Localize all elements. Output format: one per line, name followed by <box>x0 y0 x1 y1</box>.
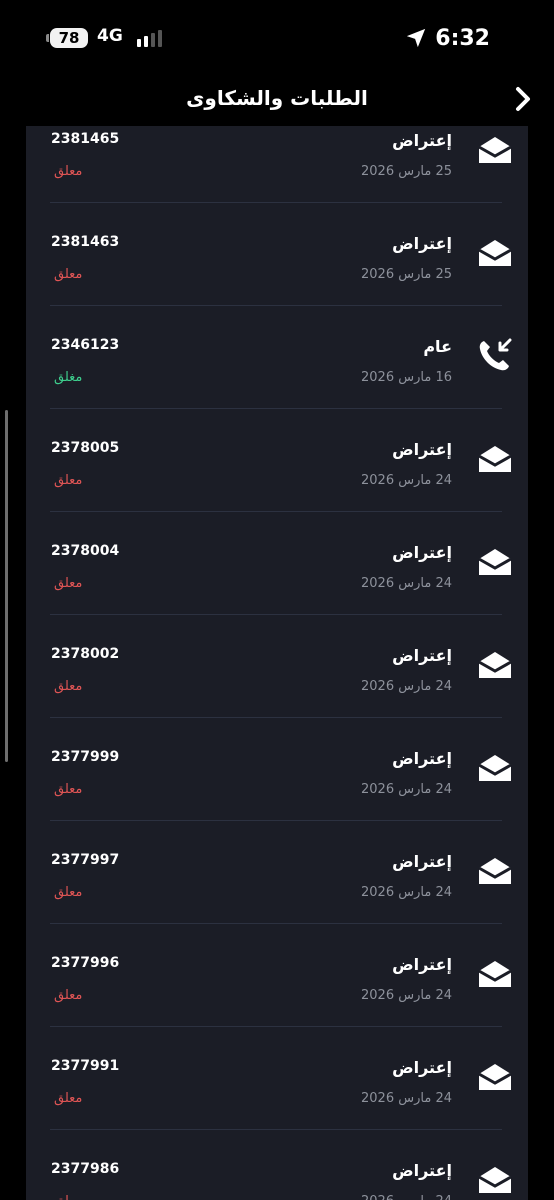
envelope-open-icon <box>478 549 512 575</box>
request-type: إعتراض <box>392 1161 452 1180</box>
request-number: 2381463 <box>51 234 120 250</box>
envelope-open-icon <box>478 1167 512 1193</box>
request-status: معلق <box>54 988 83 1003</box>
request-date: 25 مارس 2026 <box>361 164 452 179</box>
request-date: 24 مارس 2026 <box>361 885 452 900</box>
back-chevron-icon[interactable] <box>512 84 534 114</box>
request-status: معلق <box>54 1194 82 1200</box>
envelope-open-icon <box>478 137 512 163</box>
request-type: إعتراض <box>392 646 452 665</box>
request-number: 2377999 <box>51 749 120 765</box>
request-date: 24 مارس 2026 <box>361 1194 452 1200</box>
envelope-open-icon <box>478 755 512 781</box>
request-status: معلق <box>54 164 83 179</box>
request-status: معلق <box>54 1091 83 1106</box>
request-number: 2377997 <box>51 852 120 868</box>
request-number: 2378005 <box>51 440 120 456</box>
request-number: 2378002 <box>51 646 120 662</box>
signal-strength-icon <box>137 30 162 47</box>
envelope-open-icon <box>478 446 512 472</box>
request-date: 24 مارس 2026 <box>361 473 452 488</box>
request-status: معلق <box>54 576 83 591</box>
scrollbar[interactable] <box>5 410 8 762</box>
request-status: مغلق <box>54 370 83 385</box>
envelope-open-icon <box>478 961 512 987</box>
request-row[interactable]: إعتراض 24 مارس 2026 2377986 معلق <box>50 1129 512 1200</box>
page-title: الطلبات والشكاوى <box>186 86 368 110</box>
location-arrow-icon <box>407 28 426 48</box>
request-type: إعتراض <box>392 852 452 871</box>
battery-indicator: 78 <box>46 28 88 48</box>
request-number: 2377991 <box>51 1058 120 1074</box>
request-number: 2377986 <box>51 1161 120 1177</box>
request-row[interactable]: إعتراض 24 مارس 2026 2377996 معلق <box>50 923 512 1027</box>
request-row[interactable]: عام 16 مارس 2026 2346123 مغلق <box>50 305 512 409</box>
request-type: إعتراض <box>392 543 452 562</box>
request-type: إعتراض <box>392 440 452 459</box>
request-row[interactable]: إعتراض 24 مارس 2026 2377999 معلق <box>50 717 512 821</box>
request-number: 2381465 <box>51 131 120 147</box>
request-status: معلق <box>54 782 83 797</box>
request-date: 24 مارس 2026 <box>361 1091 452 1106</box>
requests-list: إعتراض 25 مارس 2026 2381465 معلق إعتراض … <box>26 126 528 1200</box>
request-type: إعتراض <box>392 749 452 768</box>
clock-group: 6:32 <box>405 22 490 54</box>
request-row[interactable]: إعتراض 24 مارس 2026 2378005 معلق <box>50 408 512 512</box>
clock: 6:32 <box>435 25 490 51</box>
request-type: إعتراض <box>392 955 452 974</box>
request-date: 24 مارس 2026 <box>361 988 452 1003</box>
request-row[interactable]: إعتراض 24 مارس 2026 2378002 معلق <box>50 614 512 718</box>
request-type: إعتراض <box>392 234 452 253</box>
request-row[interactable]: إعتراض 24 مارس 2026 2378004 معلق <box>50 511 512 615</box>
envelope-open-icon <box>478 240 512 266</box>
envelope-open-icon <box>478 1064 512 1090</box>
request-date: 24 مارس 2026 <box>361 679 452 694</box>
request-date: 25 مارس 2026 <box>361 267 452 282</box>
status-bar: 78 4G 6:32 <box>0 0 554 76</box>
request-number: 2377996 <box>51 955 120 971</box>
header: الطلبات والشكاوى <box>0 76 554 126</box>
request-date: 16 مارس 2026 <box>361 370 452 385</box>
request-row[interactable]: إعتراض 24 مارس 2026 2377997 معلق <box>50 820 512 924</box>
request-status: معلق <box>54 267 83 282</box>
request-date: 24 مارس 2026 <box>361 782 452 797</box>
request-row[interactable]: إعتراض 25 مارس 2026 2381463 معلق <box>50 202 512 306</box>
request-type: إعتراض <box>392 1058 452 1077</box>
request-status: معلق <box>54 679 83 694</box>
envelope-open-icon <box>478 858 512 884</box>
request-date: 24 مارس 2026 <box>361 576 452 591</box>
request-status: معلق <box>54 473 83 488</box>
request-type: عام <box>423 337 452 356</box>
request-status: معلق <box>54 885 83 900</box>
request-number: 2346123 <box>51 337 120 353</box>
request-row[interactable]: إعتراض 24 مارس 2026 2377991 معلق <box>50 1026 512 1130</box>
request-number: 2378004 <box>51 543 120 559</box>
envelope-open-icon <box>478 652 512 678</box>
network-type: 4G <box>97 26 123 46</box>
request-row[interactable]: إعتراض 25 مارس 2026 2381465 معلق <box>50 126 512 203</box>
incoming-call-icon <box>479 338 512 371</box>
request-type: إعتراض <box>392 131 452 150</box>
